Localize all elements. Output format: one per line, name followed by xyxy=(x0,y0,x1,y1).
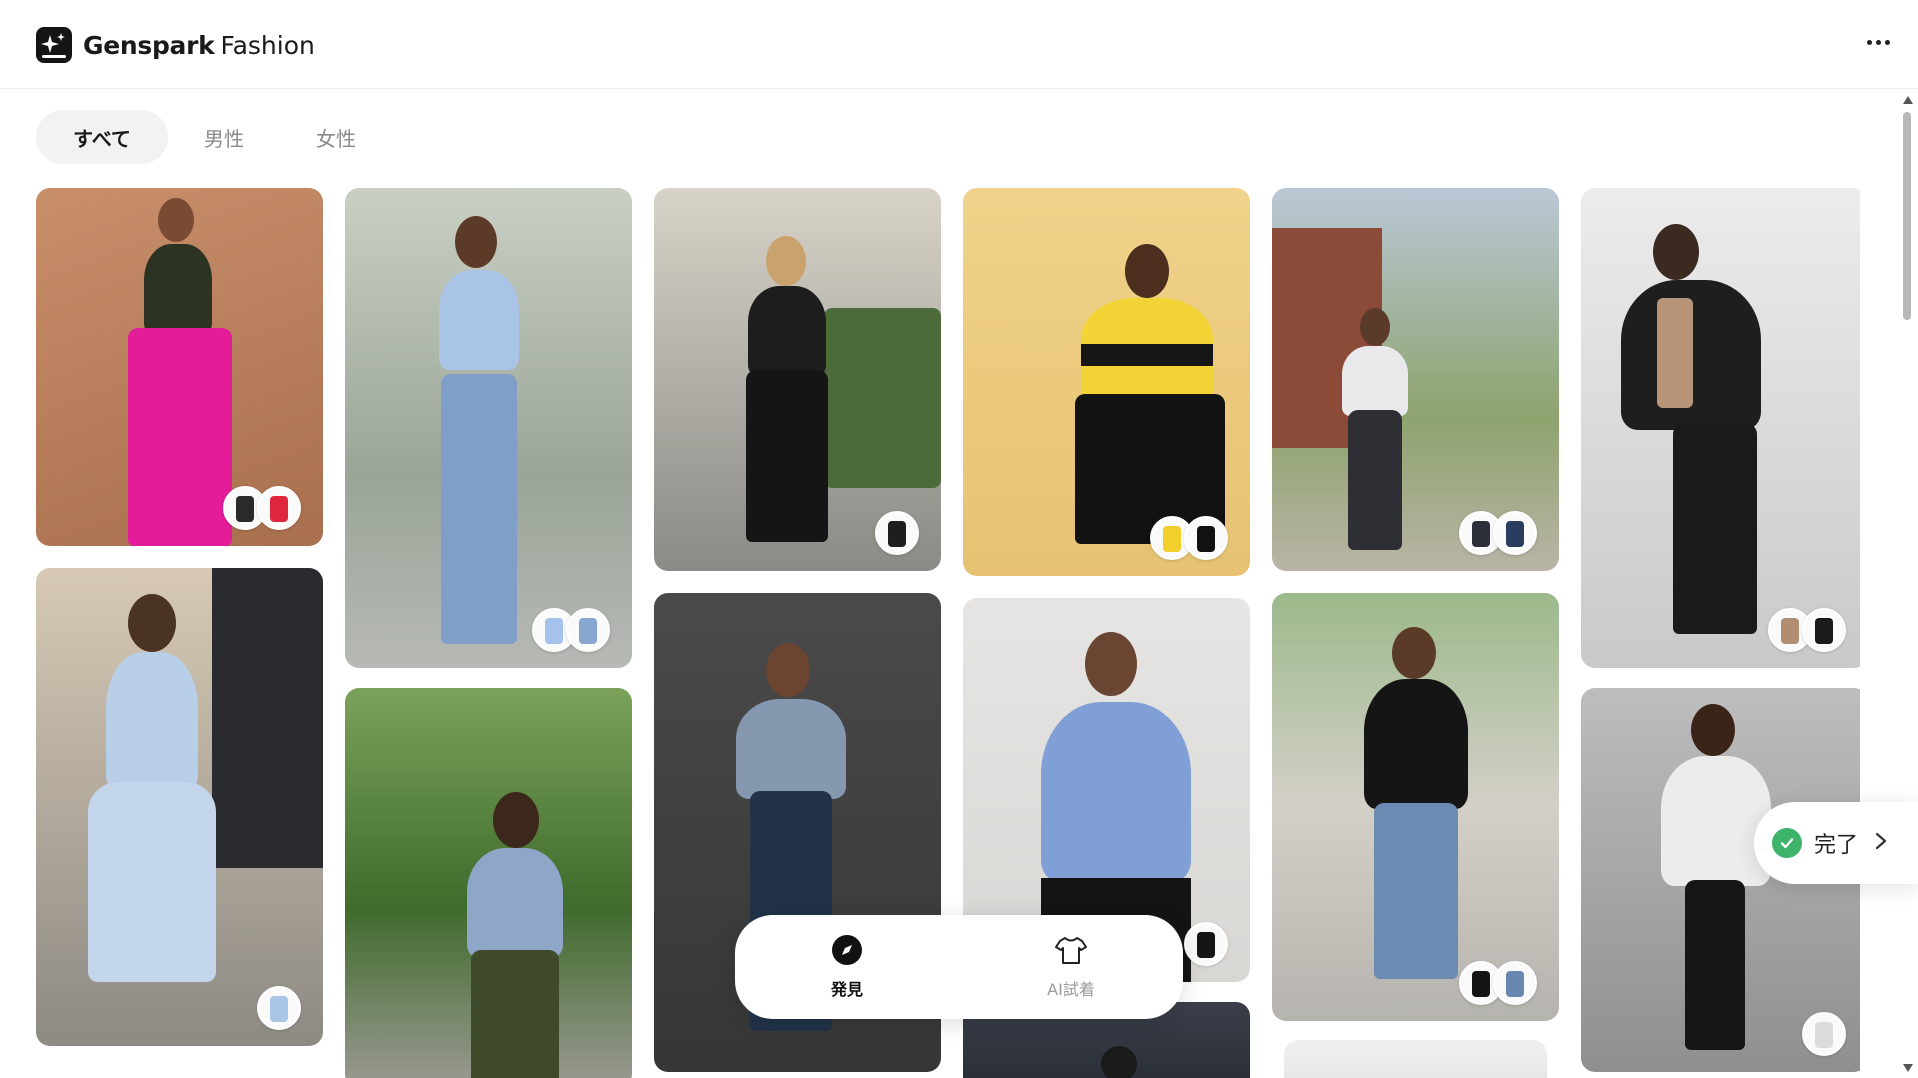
check-circle-icon xyxy=(1772,828,1802,858)
outfit-card[interactable] xyxy=(963,188,1250,576)
done-label: 完了 xyxy=(1814,833,1859,858)
outfit-card[interactable] xyxy=(345,688,632,1078)
item-thumbnail[interactable] xyxy=(257,486,301,530)
item-thumbnail[interactable] xyxy=(875,511,919,555)
brand-name: Genspark xyxy=(83,31,215,60)
outfit-items xyxy=(875,511,919,555)
tab-women[interactable]: 女性 xyxy=(280,110,392,164)
nav-discover-label: 発見 xyxy=(830,980,863,999)
tshirt-icon xyxy=(1055,937,1087,964)
chevron-right-icon xyxy=(1874,829,1888,857)
outfit-card[interactable] xyxy=(1284,1040,1547,1078)
outfit-items xyxy=(1768,608,1846,652)
outfit-items xyxy=(1802,1012,1846,1056)
tab-men[interactable]: 男性 xyxy=(168,110,280,164)
done-toast-button[interactable]: 完了 xyxy=(1754,802,1918,884)
poster-graphic xyxy=(804,607,924,707)
scrollbar-thumb[interactable] xyxy=(1903,112,1911,320)
bottom-nav: 発見 AI試着 xyxy=(735,915,1183,1019)
more-dots-icon[interactable] xyxy=(1860,30,1896,54)
brand-section: Fashion xyxy=(220,31,315,60)
outfit-items xyxy=(1459,511,1537,555)
outfit-card[interactable] xyxy=(36,188,323,546)
app-title[interactable]: Genspark Fashion xyxy=(83,30,315,62)
outfit-card[interactable] xyxy=(345,188,632,668)
category-tabs: すべて 男性 女性 xyxy=(36,110,392,164)
outfit-card[interactable] xyxy=(654,188,941,571)
item-thumbnail[interactable] xyxy=(1184,922,1228,966)
outfit-card[interactable] xyxy=(1272,188,1559,571)
compass-icon xyxy=(832,935,862,965)
sparkle-icon[interactable] xyxy=(36,27,72,63)
outfit-card[interactable] xyxy=(1581,188,1860,668)
scrollbar[interactable] xyxy=(1902,96,1913,1072)
nav-ai-tryon-label: AI試着 xyxy=(1047,980,1095,999)
outfit-items xyxy=(1150,516,1228,560)
item-thumbnail[interactable] xyxy=(1802,1012,1846,1056)
scroll-down-icon[interactable] xyxy=(1903,1064,1913,1072)
outfit-card[interactable] xyxy=(36,568,323,1046)
item-thumbnail[interactable] xyxy=(257,986,301,1030)
item-thumbnail[interactable] xyxy=(1493,511,1537,555)
app-header: Genspark Fashion xyxy=(0,0,1918,89)
outfit-items xyxy=(257,986,301,1030)
item-thumbnail[interactable] xyxy=(1493,961,1537,1005)
nav-discover[interactable]: 発見 xyxy=(767,934,927,1000)
outfit-card[interactable] xyxy=(1272,593,1559,1021)
item-thumbnail[interactable] xyxy=(566,608,610,652)
outfit-items xyxy=(1459,961,1537,1005)
scroll-up-icon[interactable] xyxy=(1903,96,1913,104)
outfit-items xyxy=(1184,922,1228,966)
item-thumbnail[interactable] xyxy=(1802,608,1846,652)
outfit-items xyxy=(223,486,301,530)
nav-ai-tryon[interactable]: AI試着 xyxy=(991,934,1151,1000)
item-thumbnail[interactable] xyxy=(1184,516,1228,560)
tab-all[interactable]: すべて xyxy=(36,110,168,164)
outfit-items xyxy=(532,608,610,652)
